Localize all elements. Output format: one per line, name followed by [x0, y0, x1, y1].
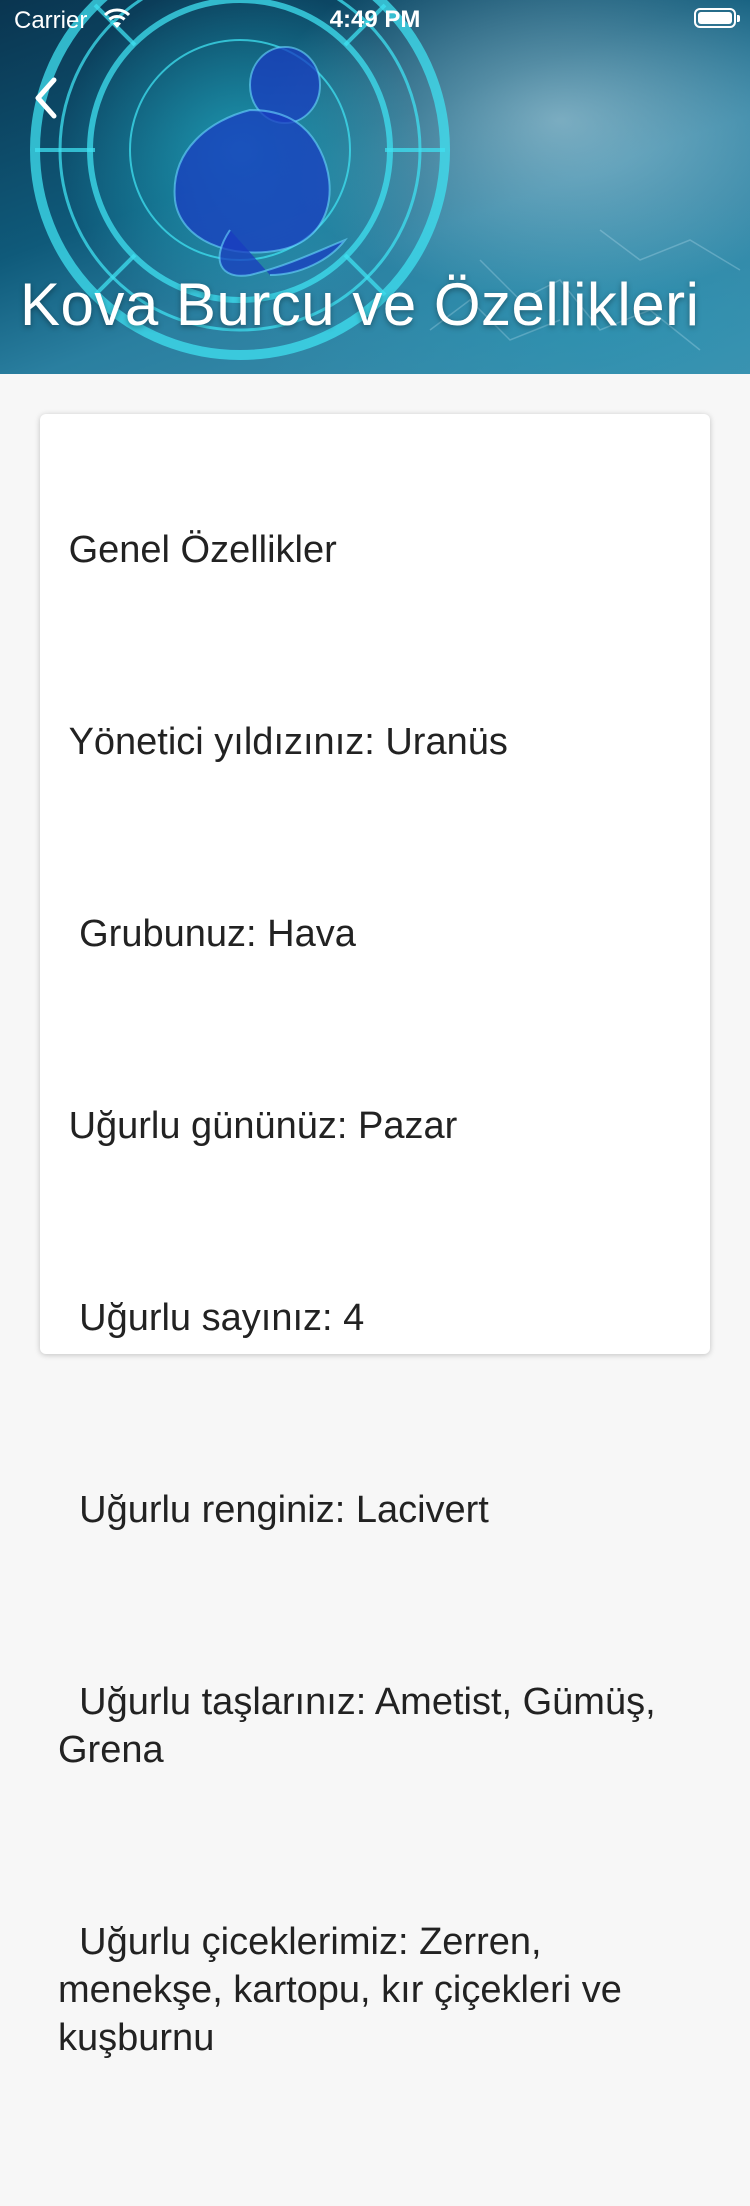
paragraph-group: Grubunuz: Hava: [58, 913, 356, 955]
paragraph-ruling-planet: Yönetici yıldızınız: Uranüs: [58, 721, 508, 763]
back-button[interactable]: [24, 70, 74, 126]
paragraph-lucky-number: Uğurlu sayınız: 4: [58, 1297, 365, 1339]
card-text: Genel Özellikler Yönetici yıldızınız: Ur…: [40, 414, 710, 2206]
page-title: Kova Burcu ve Özellikleri: [20, 271, 700, 338]
paragraph-lucky-flowers: Uğurlu çiceklerimiz: Zerren, menekşe, ka…: [58, 1921, 633, 2059]
chevron-left-icon: [35, 77, 57, 119]
battery-icon: [694, 8, 740, 28]
header-banner: Carrier 4:49 PM Kova Burcu ve Özellikler…: [0, 0, 750, 374]
paragraph-general: Genel Özellikler: [58, 529, 337, 571]
content-card: Genel Özellikler Yönetici yıldızınız: Ur…: [40, 414, 710, 2059]
paragraph-lucky-stones: Uğurlu taşlarınız: Ametist, Gümüş, Grena: [58, 1681, 667, 1771]
status-time: 4:49 PM: [329, 6, 421, 33]
status-bar: Carrier 4:49 PM: [0, 0, 750, 40]
paragraph-lucky-color: Uğurlu renginiz: Lacivert: [58, 1489, 489, 1531]
paragraph-lucky-day: Uğurlu gününüz: Pazar: [58, 1105, 458, 1147]
